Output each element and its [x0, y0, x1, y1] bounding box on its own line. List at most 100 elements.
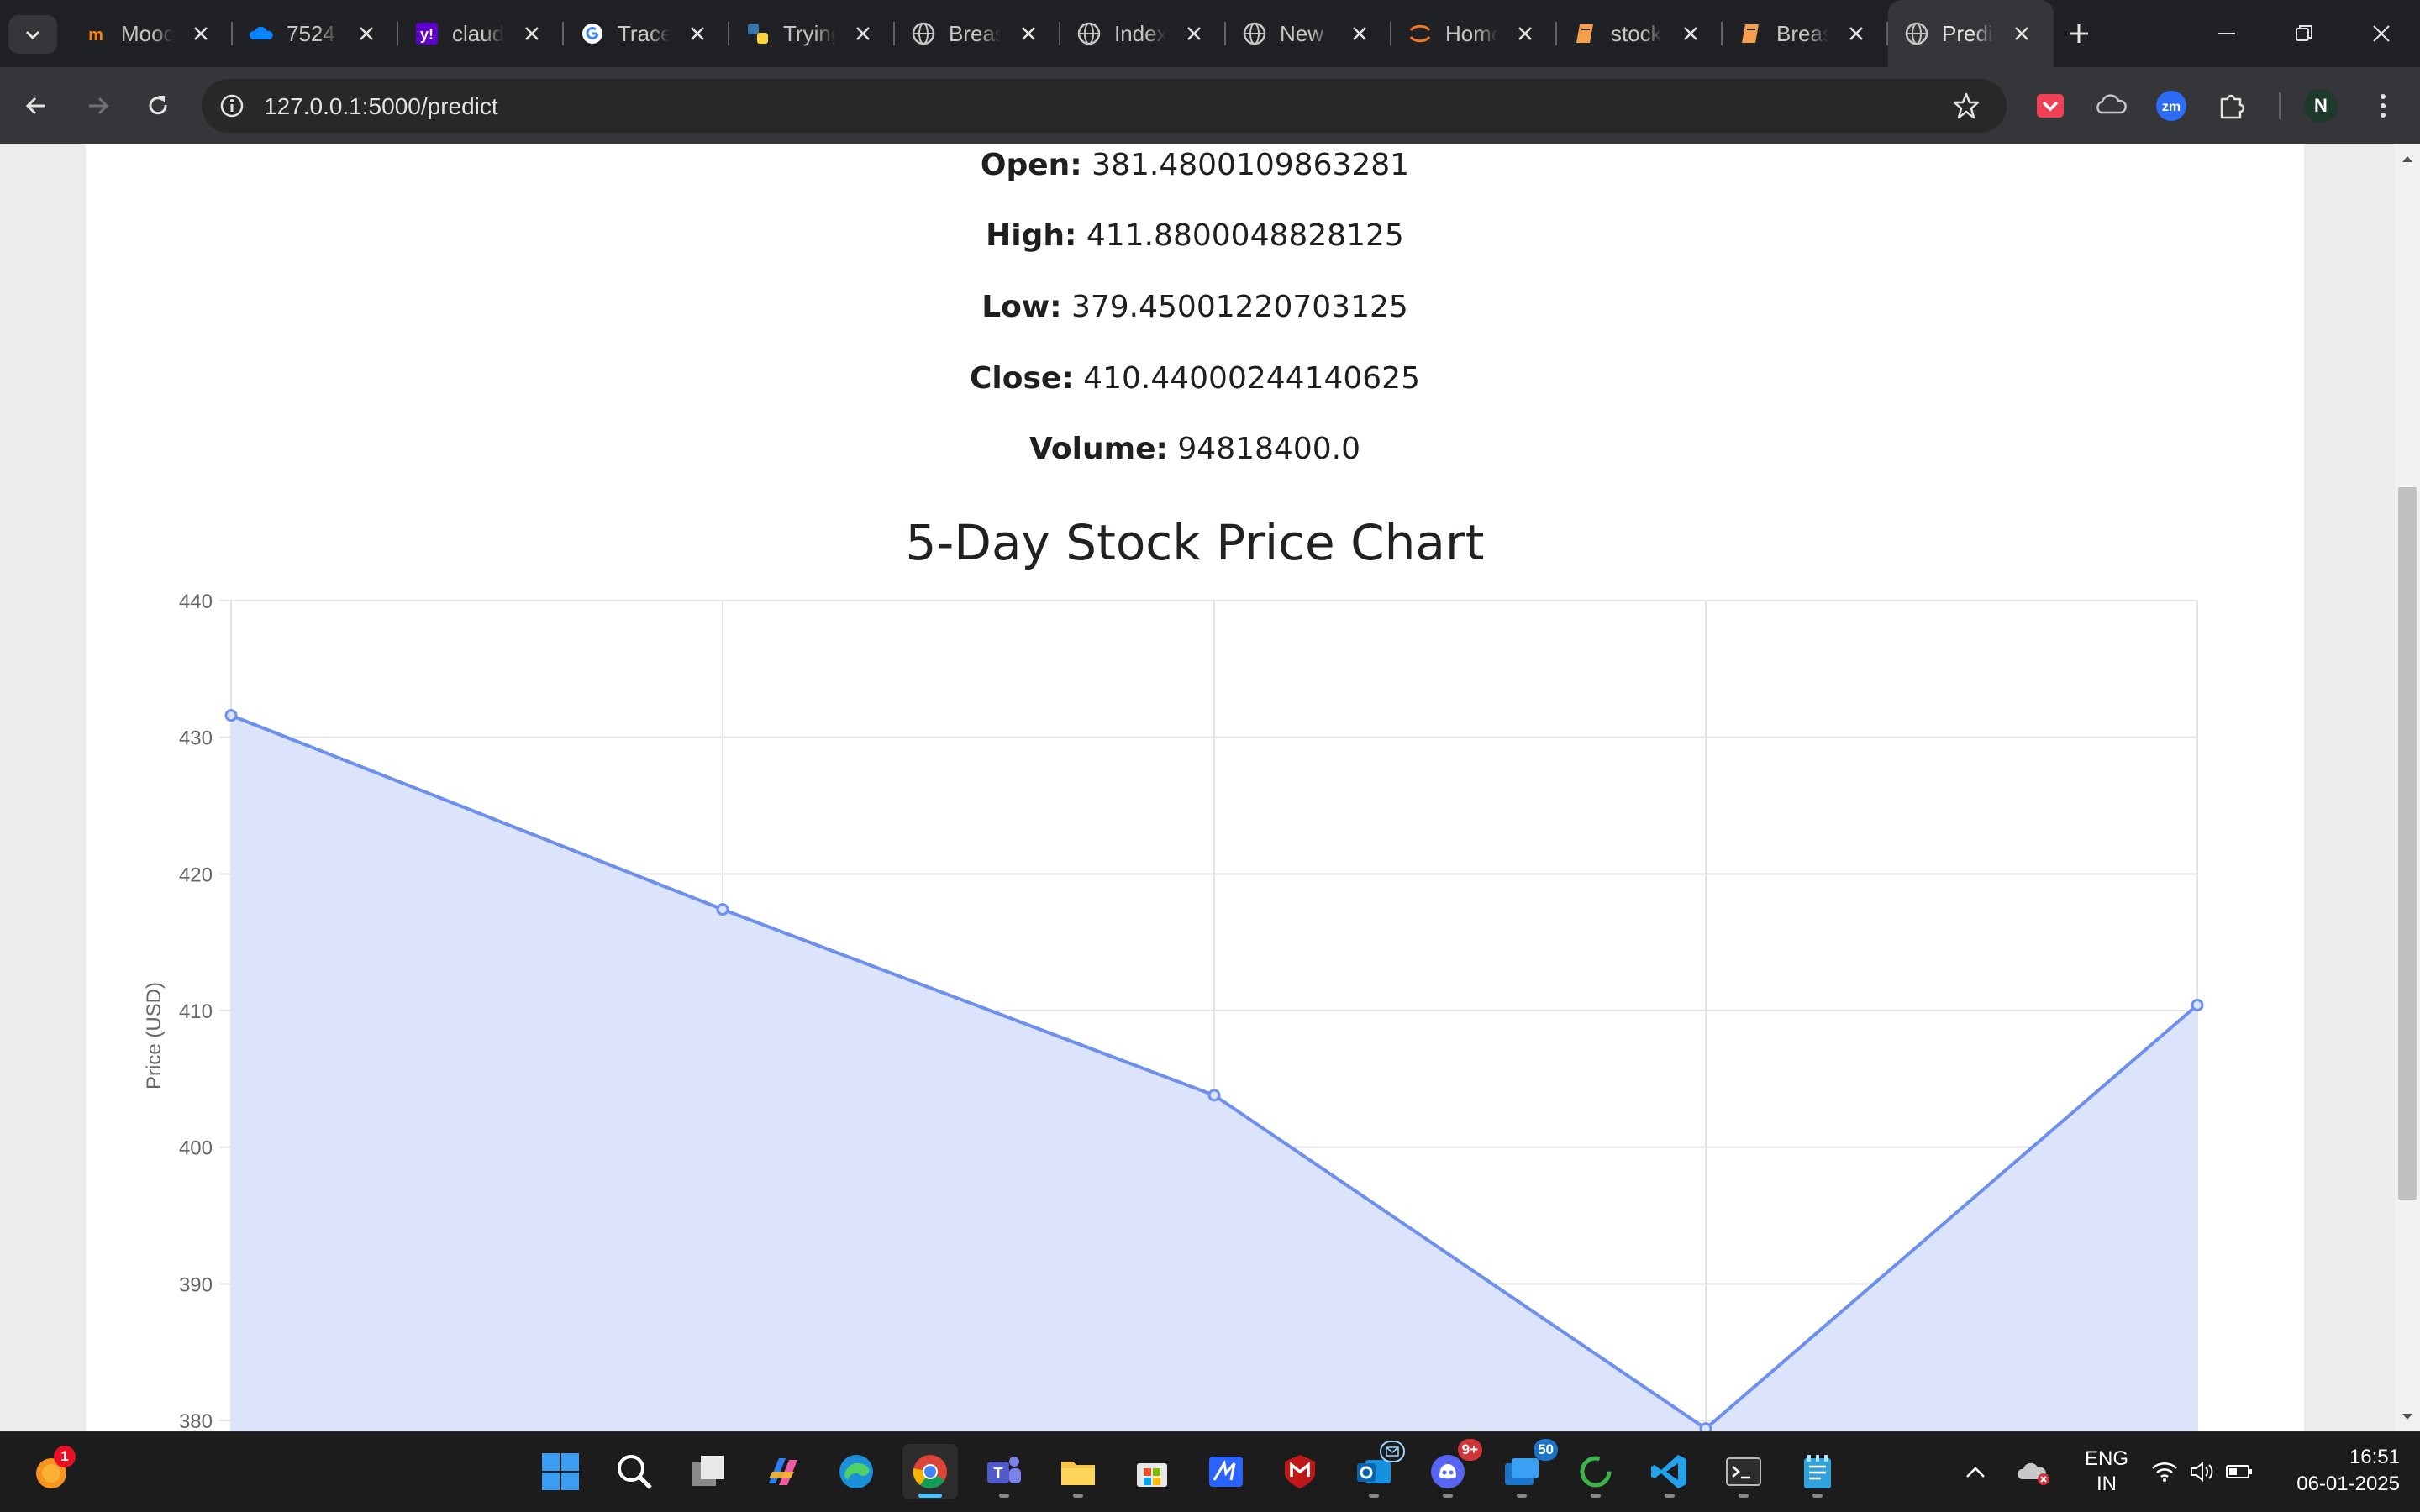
minimize-icon	[2218, 33, 2235, 34]
widgets-icon[interactable]: 1	[25, 1444, 81, 1499]
page-viewport: Open: 381.4800109863281 High: 411.880004…	[0, 144, 2420, 1431]
site-info-icon[interactable]	[213, 87, 250, 124]
terminal-icon[interactable]	[1716, 1444, 1771, 1499]
extension-cloud-icon[interactable]	[2091, 86, 2131, 126]
browser-tab[interactable]: Home	[1392, 0, 1557, 67]
mathematica-icon[interactable]	[1198, 1444, 1254, 1499]
tab-title: Index	[1114, 20, 1166, 46]
close-window-button[interactable]	[2343, 0, 2420, 67]
globe-icon	[912, 22, 935, 45]
mail-icon[interactable]: 50	[1494, 1439, 1558, 1499]
chrome-icon[interactable]	[902, 1444, 958, 1499]
price-point	[224, 709, 238, 722]
loader-icon[interactable]	[1568, 1444, 1623, 1499]
show-hidden-icons-chevron-icon[interactable]	[1954, 1444, 1996, 1499]
discord-icon[interactable]: 9+	[1420, 1439, 1482, 1499]
browser-tab[interactable]: Trace	[564, 0, 729, 67]
tab-close-icon[interactable]	[2010, 22, 2033, 45]
extensions-puzzle-icon[interactable]	[2212, 86, 2252, 126]
tab-close-icon[interactable]	[1182, 22, 1206, 45]
price-point	[716, 903, 729, 916]
tab-favicon	[579, 20, 606, 47]
prediction-card: Open: 381.4800109863281 High: 411.880004…	[86, 144, 2304, 1431]
browser-tab[interactable]: Breas	[895, 0, 1060, 67]
teams-icon[interactable]: T	[976, 1444, 1032, 1499]
tab-close-icon[interactable]	[520, 22, 544, 45]
url-text[interactable]: 127.0.0.1:5000/predict	[264, 93, 498, 120]
edge-icon[interactable]	[829, 1444, 884, 1499]
tab-close-icon[interactable]	[1679, 22, 1702, 45]
mcafee-icon[interactable]	[1272, 1444, 1328, 1499]
outlook-icon[interactable]	[1346, 1441, 1405, 1499]
menu-kebab-icon[interactable]	[2363, 86, 2403, 126]
jupyter-icon	[1409, 24, 1431, 43]
y-tick-label: 440	[179, 591, 213, 613]
new-tab-button[interactable]	[2054, 0, 2104, 67]
y-tick-label: 410	[179, 1000, 213, 1023]
toolbar-divider	[2279, 92, 2281, 119]
bookmark-star-icon[interactable]	[1949, 89, 1983, 123]
store-icon[interactable]	[1124, 1444, 1180, 1499]
zoom-extension-icon[interactable]: zm	[2151, 86, 2191, 126]
tab-close-icon[interactable]	[1513, 22, 1537, 45]
tab-title: Breas	[949, 20, 1001, 46]
address-bar[interactable]: 127.0.0.1:5000/predict	[202, 79, 2007, 133]
svg-text:zm: zm	[2162, 100, 2181, 114]
copilot-icon[interactable]	[755, 1444, 810, 1499]
tab-close-icon[interactable]	[355, 22, 378, 45]
notebook-icon	[1742, 24, 1759, 43]
browser-tab[interactable]: Trying	[729, 0, 895, 67]
browser-tab[interactable]: y! claude	[398, 0, 564, 67]
notepad-icon[interactable]	[1790, 1444, 1845, 1499]
onedrive-icon	[249, 26, 273, 39]
clock[interactable]: 16:51 06-01-2025	[2274, 1446, 2400, 1496]
file-explorer-icon[interactable]	[1050, 1444, 1106, 1499]
tab-close-icon[interactable]	[1348, 22, 1371, 45]
restore-button[interactable]	[2265, 0, 2343, 67]
browser-tab[interactable]: Predi	[1888, 0, 2054, 67]
browser-tab[interactable]: Index	[1060, 0, 1226, 67]
scroll-up-arrow-icon[interactable]	[2395, 148, 2420, 170]
scrollbar[interactable]	[2395, 144, 2420, 1431]
volume-icon[interactable]	[2185, 1444, 2218, 1499]
reload-button[interactable]	[134, 82, 182, 129]
tab-close-icon[interactable]	[1017, 22, 1040, 45]
globe-icon	[1905, 22, 1928, 45]
moodle-icon: m	[88, 26, 103, 45]
browser-tab[interactable]: stock	[1557, 0, 1723, 67]
search-icon[interactable]	[607, 1444, 662, 1499]
scroll-down-arrow-icon[interactable]	[2395, 1406, 2420, 1428]
tab-search-button[interactable]	[8, 15, 57, 54]
y-tick-label: 420	[179, 864, 213, 886]
tab-close-icon[interactable]	[1844, 22, 1868, 45]
vscode-icon[interactable]	[1642, 1444, 1697, 1499]
task-view-icon[interactable]	[681, 1444, 736, 1499]
browser-tab[interactable]: New	[1226, 0, 1392, 67]
profile-avatar[interactable]: N	[2304, 89, 2338, 123]
language-region: IN	[2096, 1473, 2117, 1495]
wifi-icon[interactable]	[2146, 1444, 2183, 1499]
tab-close-icon[interactable]	[686, 22, 709, 45]
scrollbar-thumb[interactable]	[2398, 487, 2417, 1200]
tab-close-icon[interactable]	[189, 22, 213, 45]
forward-button[interactable]	[74, 82, 121, 129]
tab-favicon	[248, 20, 275, 47]
clock-time: 16:51	[2349, 1446, 2400, 1468]
reload-icon	[149, 96, 167, 115]
battery-icon[interactable]	[2220, 1444, 2259, 1499]
mail-badge: 50	[1534, 1439, 1558, 1461]
tab-close-icon[interactable]	[851, 22, 875, 45]
start-icon[interactable]	[533, 1444, 588, 1499]
minimize-button[interactable]	[2188, 0, 2265, 67]
y-tick-label: 390	[179, 1273, 213, 1296]
back-button[interactable]	[13, 82, 60, 129]
svg-text:T: T	[994, 1465, 1003, 1482]
browser-tab[interactable]: Breas	[1723, 0, 1888, 67]
google-icon	[582, 24, 602, 44]
tab-title: Predi	[1942, 20, 1993, 46]
language-indicator[interactable]: ENG IN	[2077, 1447, 2136, 1496]
pocket-extension-icon[interactable]	[2030, 86, 2070, 126]
onedrive-error-icon[interactable]	[2010, 1444, 2057, 1499]
browser-tab[interactable]: m Moodle	[67, 0, 233, 67]
browser-tab[interactable]: 7524...	[233, 0, 398, 67]
